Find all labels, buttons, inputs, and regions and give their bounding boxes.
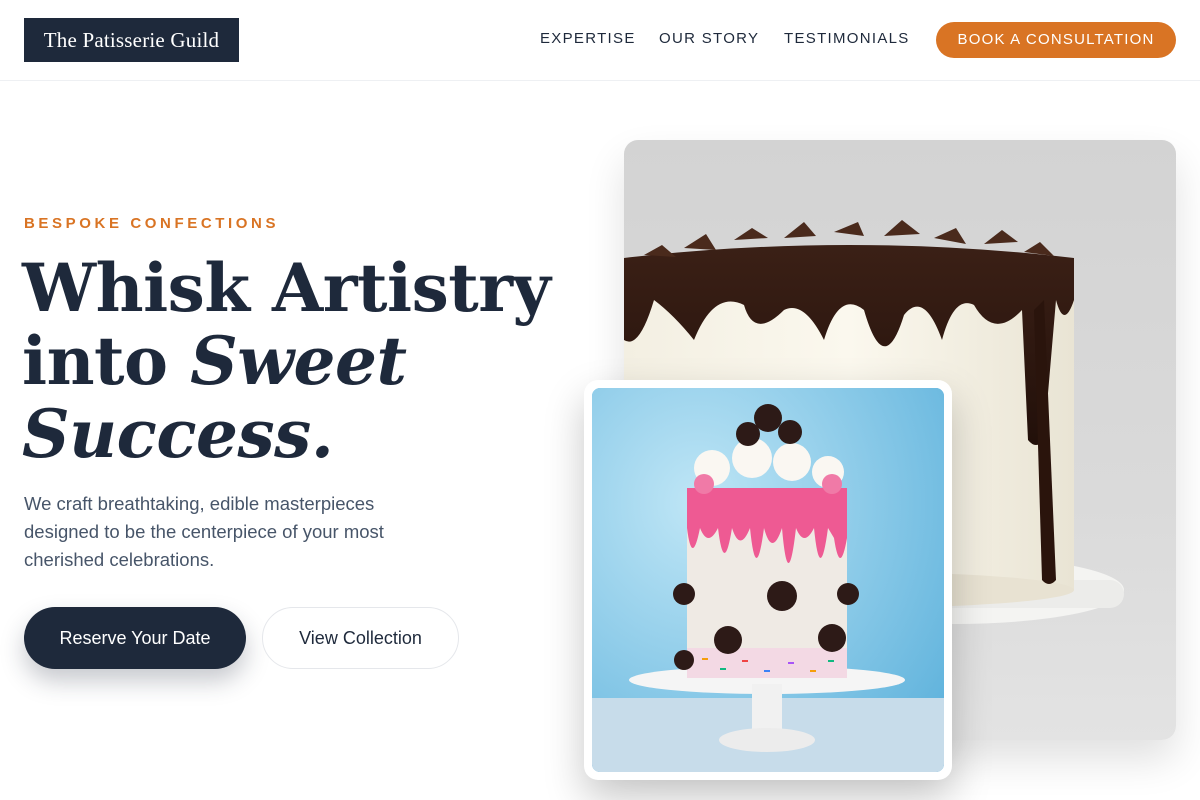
hero-description: We craft breathtaking, edible masterpiec… [24, 493, 384, 570]
view-collection-button[interactable]: View Collection [262, 607, 459, 669]
hero-eyebrow: BESPOKE CONFECTIONS [24, 215, 280, 232]
headline-line-1: Whisk Artistry [22, 249, 551, 327]
nav-link-expertise[interactable]: EXPERTISE [540, 30, 636, 47]
headline-italic-word-2: Success. [22, 395, 334, 473]
headline-plain-word: into [22, 322, 168, 400]
inset-photo-card [584, 380, 952, 780]
cookies-cream-cake-illustration [592, 388, 944, 772]
cookies-cream-cake-photo [592, 388, 944, 772]
hero-headline: Whisk Artistry into Sweet Success. [22, 252, 582, 471]
site-header: The Patisserie Guild EXPERTISE OUR STORY… [0, 0, 1200, 81]
headline-line-2: into Sweet [22, 325, 582, 398]
book-consultation-button[interactable]: BOOK A CONSULTATION [936, 22, 1176, 58]
nav-link-testimonials[interactable]: TESTIMONIALS [784, 30, 910, 47]
nav-link-our-story[interactable]: OUR STORY [659, 30, 759, 47]
headline-line-3: Success. [22, 398, 582, 471]
brand-logo[interactable]: The Patisserie Guild [24, 18, 239, 62]
reserve-date-button[interactable]: Reserve Your Date [24, 607, 246, 669]
headline-italic-word: Sweet [190, 322, 407, 400]
